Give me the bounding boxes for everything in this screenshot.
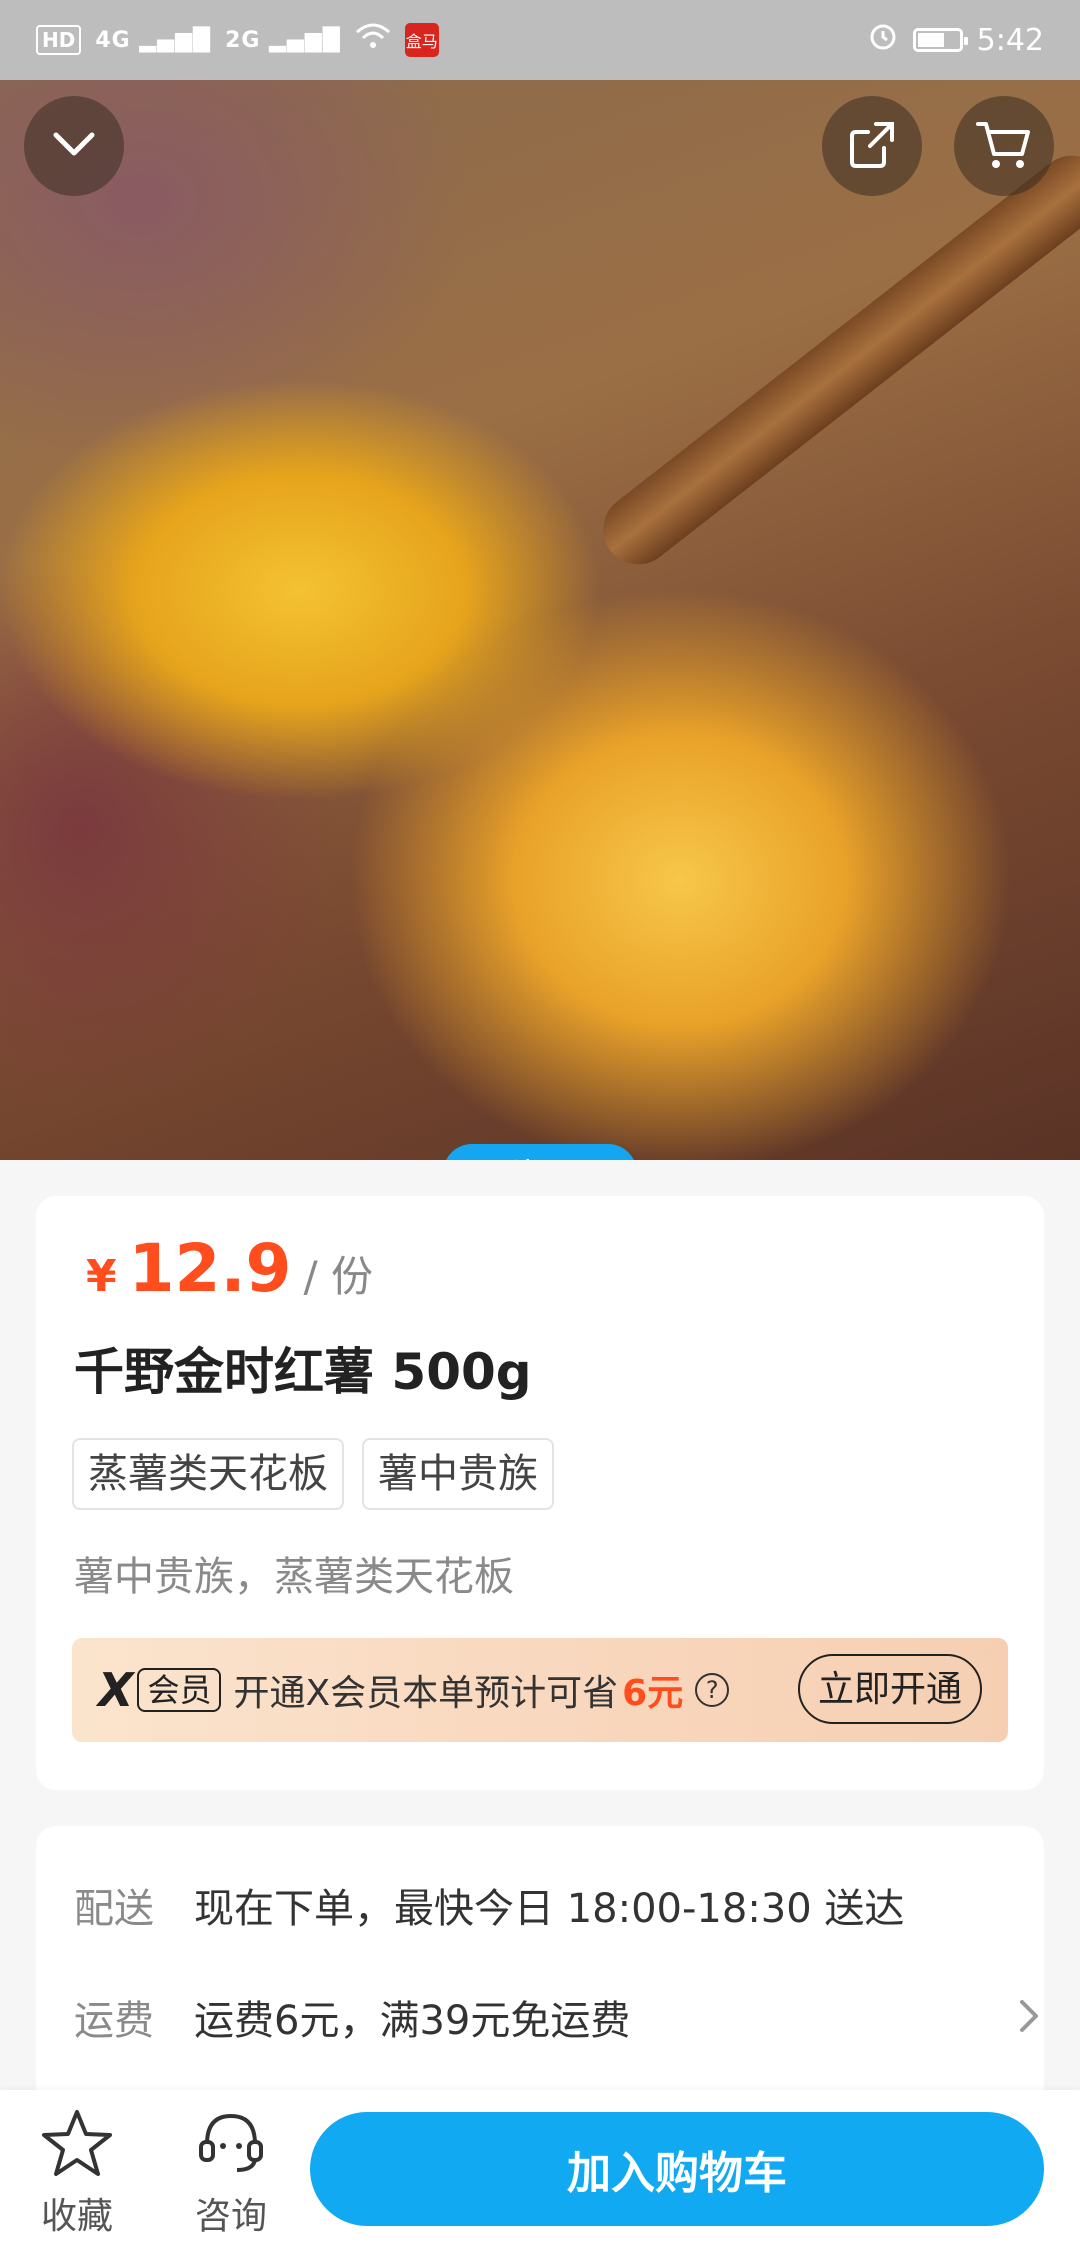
cart-button[interactable]	[954, 96, 1054, 196]
product-image[interactable]: 图片 2/4	[0, 80, 1080, 1160]
shipping-label: 运费	[74, 1998, 154, 2044]
signal-4g-label: 4G	[95, 27, 131, 53]
product-title: 千野金时红薯 500g	[74, 1343, 532, 1401]
delivery-card: 配送 现在下单，最快今日 18:00-18:30 送达 运费 运费6元，满39元…	[36, 1826, 1044, 2126]
product-info-card: ¥ 12.9 / 份 千野金时红薯 500g 蒸薯类天花板 薯中贵族 薯中贵族，…	[36, 1196, 1044, 1790]
delivery-row: 配送 现在下单，最快今日 18:00-18:30 送达	[74, 1876, 904, 1934]
collapse-button[interactable]	[24, 96, 124, 196]
price-unit: / 份	[303, 1252, 373, 1301]
headset-icon	[193, 2108, 269, 2187]
wifi-icon	[355, 22, 391, 58]
open-vip-button[interactable]: 立即开通	[797, 1654, 982, 1724]
vip-logo: X 会员	[98, 1663, 222, 1717]
bottom-action-bar: 收藏 咨询 加入购物车	[0, 2090, 1080, 2244]
shipping-value: 运费6元，满39元免运费	[194, 1998, 631, 2044]
signal-2g-icon: 2G ▂▄▆█	[225, 27, 341, 53]
price-value: 12.9	[128, 1230, 292, 1307]
cart-icon	[974, 116, 1034, 176]
vip-logo-x: X	[98, 1663, 134, 1717]
image-pager: 图片 2/4	[443, 1144, 637, 1160]
clock: 5:42	[976, 22, 1044, 58]
app-notification-icon: 盒马	[404, 23, 439, 57]
vip-banner[interactable]: X 会员 开通X会员本单预计可省 6元 ? 立即开通	[72, 1638, 1008, 1742]
price-currency: ¥	[86, 1251, 117, 1302]
vip-save-amount: 6元	[622, 1673, 684, 1714]
product-tag: 薯中贵族	[362, 1438, 554, 1510]
chevron-right-icon[interactable]	[1018, 1998, 1040, 2038]
delivery-label: 配送	[74, 1886, 154, 1932]
star-icon	[39, 2108, 115, 2187]
hd-indicator: HD	[36, 25, 82, 55]
status-right: 5:42	[867, 20, 1044, 60]
add-to-cart-button[interactable]: 加入购物车	[310, 2112, 1044, 2226]
product-tags: 蒸薯类天花板 薯中贵族	[72, 1438, 554, 1510]
vip-promo-text: 开通X会员本单预计可省	[233, 1673, 619, 1714]
alarm-icon	[867, 20, 899, 60]
share-icon	[844, 116, 900, 176]
signal-4g-icon: 4G ▂▄▆█	[95, 27, 212, 53]
chevron-down-icon	[50, 129, 98, 163]
consult-label: 咨询	[194, 2196, 267, 2237]
price-row: ¥ 12.9 / 份	[86, 1230, 373, 1307]
product-tag: 蒸薯类天花板	[72, 1438, 344, 1510]
product-subtitle: 薯中贵族，蒸薯类天花板	[74, 1554, 514, 1600]
vip-logo-badge: 会员	[137, 1668, 222, 1712]
delivery-value: 现在下单，最快今日 18:00-18:30 送达	[194, 1886, 905, 1932]
status-left: HD 4G ▂▄▆█ 2G ▂▄▆█ 盒马	[36, 22, 439, 58]
share-button[interactable]	[822, 96, 922, 196]
favorite-label: 收藏	[40, 2196, 113, 2237]
favorite-button[interactable]: 收藏	[22, 2108, 132, 2239]
consult-button[interactable]: 咨询	[176, 2108, 286, 2239]
signal-2g-label: 2G	[225, 27, 261, 53]
battery-icon	[912, 28, 968, 52]
shipping-row[interactable]: 运费 运费6元，满39元免运费	[74, 1988, 630, 2046]
spoon-handle-shape	[589, 141, 1080, 579]
help-icon[interactable]: ?	[695, 1673, 730, 1707]
status-bar: HD 4G ▂▄▆█ 2G ▂▄▆█ 盒马 5:42	[0, 0, 1080, 80]
battery-fill	[917, 33, 945, 47]
